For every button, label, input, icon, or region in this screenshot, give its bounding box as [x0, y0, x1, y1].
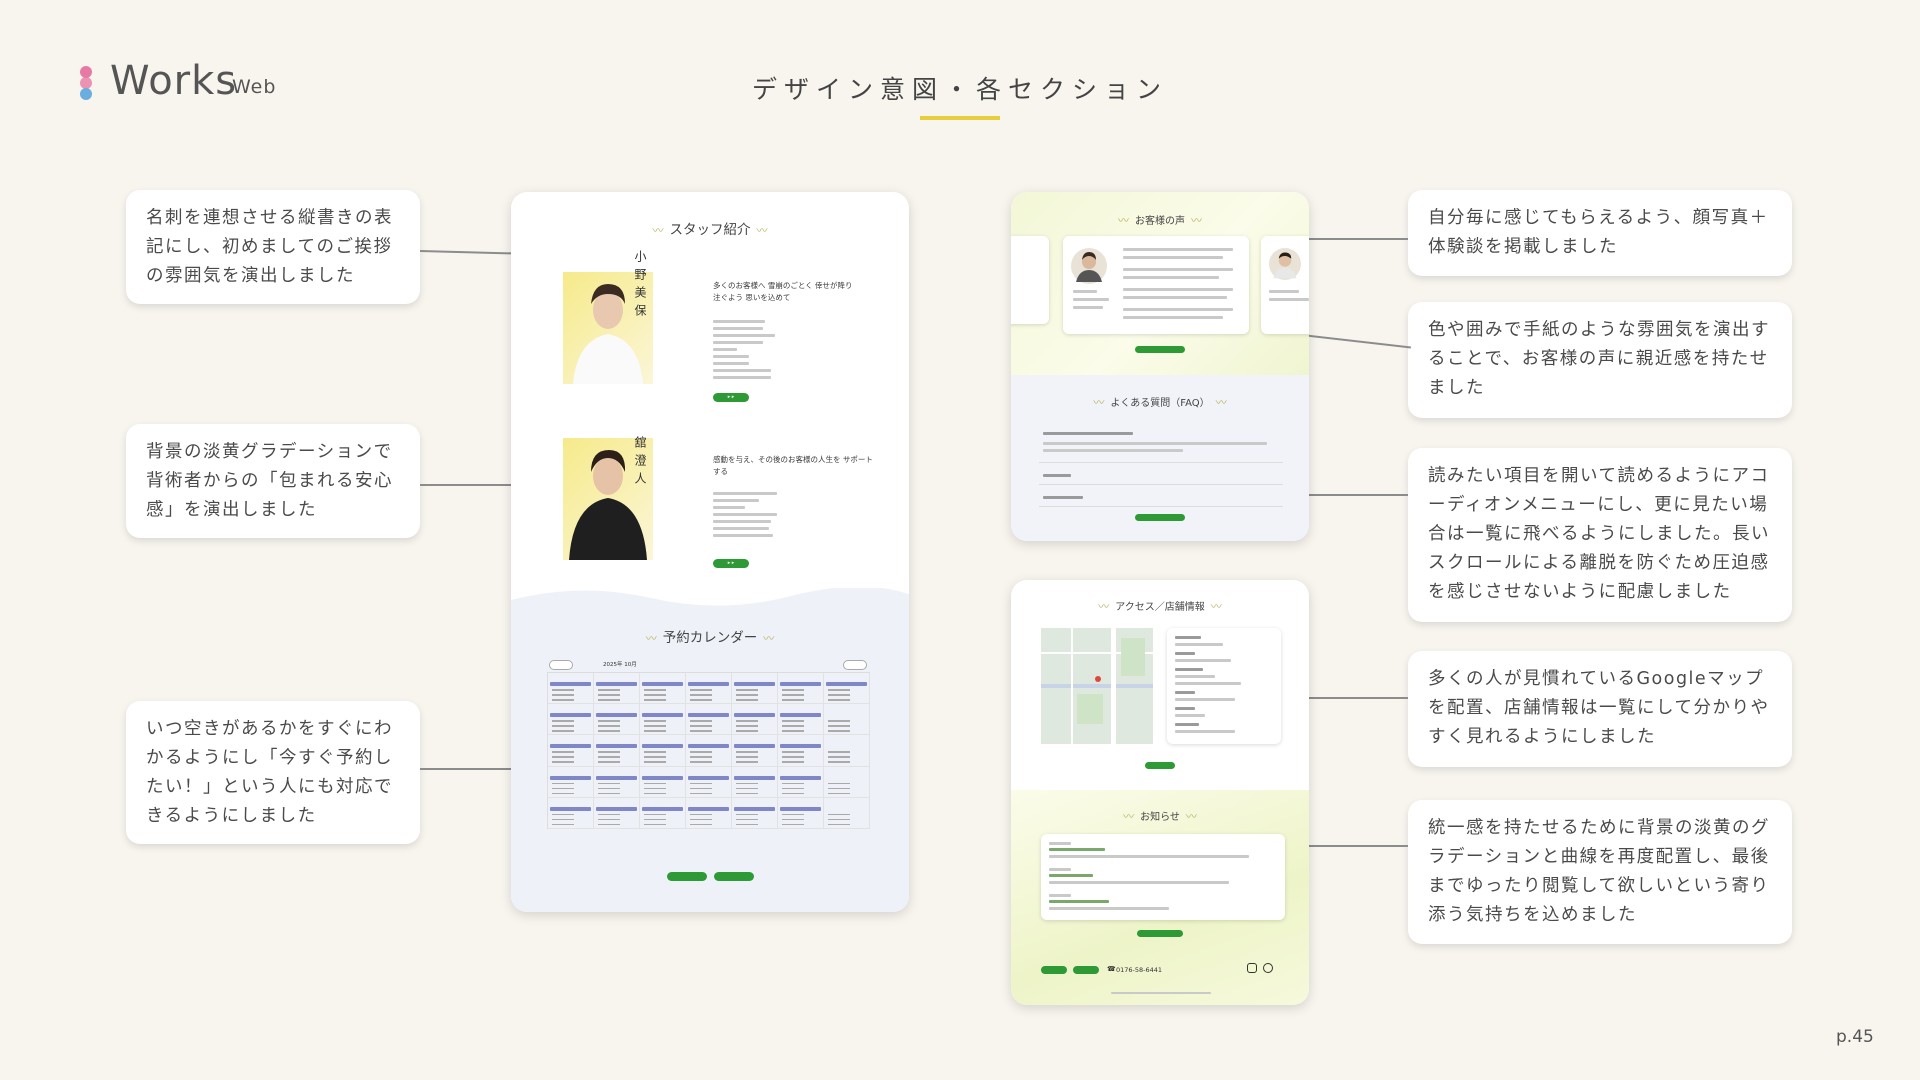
connector-line	[1299, 494, 1408, 496]
voice-card	[1063, 236, 1249, 334]
calendar-day-cell[interactable]	[778, 673, 824, 705]
calendar-day-cell[interactable]	[640, 766, 686, 798]
voice-section-title: 〰お客様の声〰	[1118, 214, 1202, 227]
connector-line	[1299, 845, 1408, 847]
calendar-day-cell[interactable]	[732, 735, 778, 767]
calendar-grid	[547, 672, 870, 829]
calendar-day-cell[interactable]	[594, 766, 640, 798]
news-list	[1041, 834, 1285, 920]
mock-voice-faq: 〰お客様の声〰 〰よくある質問（FAQ）〰	[1011, 192, 1309, 541]
calendar-day-cell[interactable]	[640, 797, 686, 829]
calendar-day-cell[interactable]	[778, 735, 824, 767]
staff2-catch: 感動を与え、その後のお客様の人生を サポートする	[713, 455, 873, 476]
callout-unified-gradient: 統一感を持たせるために背景の淡黄のグラデーションと曲線を再度配置し、最後までゆっ…	[1408, 800, 1792, 944]
calendar-day-cell[interactable]	[824, 766, 870, 798]
calendar-day-cell[interactable]	[594, 704, 640, 736]
calendar-day-cell[interactable]	[548, 673, 594, 705]
calendar-day-cell[interactable]	[732, 797, 778, 829]
voice-card	[1261, 236, 1309, 334]
calendar-day-cell[interactable]	[732, 673, 778, 705]
voice-more-button[interactable]	[1135, 346, 1185, 353]
faq-section-title: 〰よくある質問（FAQ）〰	[1093, 396, 1227, 409]
callout-accordion-faq: 読みたい項目を開いて読めるようにアコーディオンメニューにし、更に見たい場合は一覧…	[1408, 448, 1792, 622]
callout-face-photos: 自分毎に感じてもらえるよう、顔写真＋体験談を掲載しました	[1408, 190, 1792, 276]
calendar-day-cell[interactable]	[640, 704, 686, 736]
contact-button[interactable]	[714, 872, 754, 881]
instagram-icon[interactable]	[1247, 963, 1257, 973]
reserve-button[interactable]	[667, 872, 707, 881]
staff1-more-button[interactable]: ▸ ▸	[713, 393, 749, 402]
customer-avatar	[1071, 248, 1107, 284]
connector-line	[1299, 697, 1408, 699]
callout-vertical-name: 名刺を連想させる縦書きの表記にし、初めましてのご挨拶の雰囲気を演出しました	[126, 190, 420, 304]
calendar-day-cell[interactable]	[824, 673, 870, 705]
store-info-card	[1167, 628, 1281, 744]
phone-icon: ☎	[1107, 965, 1116, 973]
calendar-day-cell[interactable]	[640, 735, 686, 767]
map-pin-icon	[1095, 676, 1101, 682]
faq-more-button[interactable]	[1135, 514, 1185, 521]
access-more-button[interactable]	[1145, 762, 1175, 769]
brand-title: Works	[110, 58, 238, 104]
calendar-day-cell[interactable]	[548, 704, 594, 736]
mock-access-news: 〰アクセス／店舗情報〰 〰お知らせ〰 ☎ 0176-58-6441	[1011, 580, 1309, 1005]
faq-item[interactable]	[1039, 490, 1283, 507]
calendar-month: 2025年 10月	[603, 662, 637, 668]
callout-letter-style: 色や囲みで手紙のような雰囲気を演出することで、お客様の声に親近感を持たせました	[1408, 302, 1792, 418]
faq-item-open[interactable]	[1039, 428, 1283, 463]
brand-subtitle: Web	[232, 76, 277, 98]
calendar-day-cell[interactable]	[640, 673, 686, 705]
google-map[interactable]	[1041, 628, 1153, 744]
footer-reserve-button[interactable]	[1041, 966, 1067, 974]
mock-staff-calendar: 〰スタッフ紹介〰 小野美保 多くのお客様へ 雪崩のごとく 倖せが降り注ぐよう 思…	[511, 192, 909, 912]
title-underline	[920, 116, 1000, 120]
news-section-title: 〰お知らせ〰	[1123, 810, 1197, 823]
calendar-day-cell[interactable]	[548, 797, 594, 829]
calendar-day-cell[interactable]	[732, 704, 778, 736]
callout-calendar: いつ空きがあるかをすぐにわかるようにし「今すぐ予約したい！」という人にも対応でき…	[126, 701, 420, 844]
staff1-name: 小野美保	[633, 250, 647, 322]
page-number: p.45	[1836, 1027, 1874, 1047]
calendar-day-cell[interactable]	[732, 766, 778, 798]
line-icon[interactable]	[1263, 963, 1273, 973]
calendar-day-cell[interactable]	[778, 766, 824, 798]
calendar-day-cell[interactable]	[778, 797, 824, 829]
calendar-day-cell[interactable]	[824, 704, 870, 736]
staff1-catch: 多くのお客様へ 雪崩のごとく 倖せが降り注ぐよう 思いを込めて	[713, 281, 853, 302]
calendar-day-cell[interactable]	[594, 673, 640, 705]
page-title: デザイン意図・各セクション	[751, 75, 1168, 104]
calendar-day-cell[interactable]	[824, 797, 870, 829]
calendar-day-cell[interactable]	[548, 735, 594, 767]
calendar-day-cell[interactable]	[594, 735, 640, 767]
voice-card	[1011, 236, 1049, 324]
calendar-day-cell[interactable]	[594, 797, 640, 829]
news-more-button[interactable]	[1137, 930, 1183, 937]
calendar-day-cell[interactable]	[778, 704, 824, 736]
customer-avatar	[1269, 248, 1301, 280]
connector-line	[1299, 238, 1408, 240]
calendar-day-cell[interactable]	[686, 766, 732, 798]
calendar-view-select[interactable]	[843, 660, 867, 670]
callout-google-map: 多くの人が見慣れているGoogleマップを配置、店舗情報は一覧にして分かりやすく…	[1408, 651, 1792, 767]
calendar-day-cell[interactable]	[548, 766, 594, 798]
calendar-today-button[interactable]	[549, 660, 573, 670]
calendar-day-cell[interactable]	[686, 704, 732, 736]
calendar-day-cell[interactable]	[686, 797, 732, 829]
calendar-day-cell[interactable]	[686, 673, 732, 705]
calendar-section-title: 〰予約カレンダー〰	[645, 630, 775, 646]
footer-phone: 0176-58-6441	[1116, 966, 1163, 974]
staff2-more-button[interactable]: ▸ ▸	[713, 559, 749, 568]
footer-contact-button[interactable]	[1073, 966, 1099, 974]
staff2-name: 舘澄人	[633, 436, 647, 490]
callout-gradient-background: 背景の淡黄グラデーションで背術者からの「包まれる安心感」を演出しました	[126, 424, 420, 538]
faq-item[interactable]	[1039, 468, 1283, 485]
calendar-day-cell[interactable]	[824, 735, 870, 767]
calendar-day-cell[interactable]	[686, 735, 732, 767]
logo-icon	[80, 66, 94, 100]
access-section-title: 〰アクセス／店舗情報〰	[1098, 600, 1222, 613]
staff-section-title: 〰スタッフ紹介〰	[652, 222, 768, 238]
